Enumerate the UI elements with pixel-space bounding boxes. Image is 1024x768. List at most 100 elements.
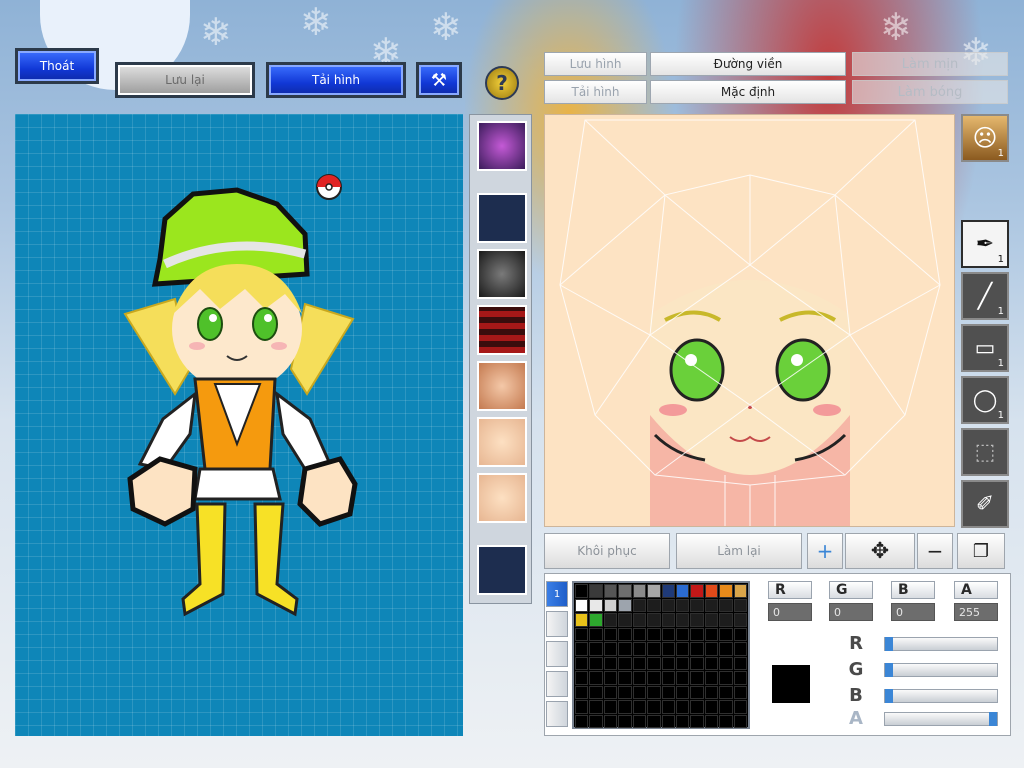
palette-swatch[interactable]	[719, 627, 733, 641]
palette-swatch[interactable]	[575, 714, 589, 728]
slider-handle[interactable]	[885, 637, 893, 651]
palette-swatch[interactable]	[575, 584, 589, 598]
palette-swatch[interactable]	[603, 584, 618, 598]
palette-swatch[interactable]	[733, 671, 747, 685]
palette-swatch[interactable]	[647, 700, 661, 714]
palette-swatch[interactable]	[603, 700, 618, 714]
palette-swatch[interactable]	[719, 685, 733, 699]
palette-swatch[interactable]	[733, 700, 747, 714]
slider-handle[interactable]	[885, 663, 893, 677]
palette-swatch[interactable]	[704, 598, 719, 612]
palette-swatch[interactable]	[618, 584, 632, 598]
palette-tab-5[interactable]	[546, 701, 568, 727]
palette-swatch[interactable]	[661, 671, 675, 685]
palette-swatch[interactable]	[704, 656, 719, 670]
palette-swatch[interactable]	[733, 627, 747, 641]
palette-swatch[interactable]	[661, 642, 675, 656]
palette-swatch[interactable]	[589, 671, 603, 685]
palette-swatch[interactable]	[632, 700, 647, 714]
hammer-button[interactable]: ⚒	[416, 62, 462, 98]
palette-swatch[interactable]	[618, 642, 632, 656]
palette-swatch[interactable]	[603, 598, 618, 612]
palette-swatch[interactable]	[690, 613, 704, 627]
palette-swatch[interactable]	[647, 627, 661, 641]
palette-swatch[interactable]	[603, 671, 618, 685]
palette-swatch[interactable]	[719, 700, 733, 714]
palette-swatch[interactable]	[690, 584, 704, 598]
palette-swatch[interactable]	[589, 656, 603, 670]
r-channel-value[interactable]: 0	[768, 603, 812, 621]
palette-swatch[interactable]	[733, 714, 747, 728]
palette-swatch[interactable]	[575, 598, 589, 612]
avatar-tool[interactable]: ☹ 1	[961, 114, 1009, 162]
palette-swatch[interactable]	[603, 613, 618, 627]
palette-swatch[interactable]	[675, 700, 690, 714]
thumbnail-face-alt[interactable]	[477, 473, 527, 523]
palette-tab-3[interactable]	[546, 641, 568, 667]
palette-swatch[interactable]	[661, 656, 675, 670]
palette-swatch[interactable]	[675, 656, 690, 670]
palette-swatch[interactable]	[675, 584, 690, 598]
ellipse-tool[interactable]: ◯ 1	[961, 376, 1009, 424]
palette-swatch[interactable]	[647, 642, 661, 656]
thumbnail-body[interactable]	[477, 305, 527, 355]
palette-swatch[interactable]	[675, 671, 690, 685]
palette-swatch[interactable]	[575, 613, 589, 627]
palette-swatch[interactable]	[733, 584, 747, 598]
selection-tool[interactable]: ⬚	[961, 428, 1009, 476]
palette-swatch[interactable]	[733, 656, 747, 670]
palette-swatch[interactable]	[719, 671, 733, 685]
reload-image-button[interactable]: Tải hình	[266, 62, 406, 98]
palette-swatch[interactable]	[675, 685, 690, 699]
a-channel-value[interactable]: 255	[954, 603, 998, 621]
palette-swatch[interactable]	[719, 642, 733, 656]
palette-swatch[interactable]	[704, 714, 719, 728]
g-slider[interactable]	[884, 663, 998, 677]
palette-swatch[interactable]	[733, 642, 747, 656]
thumbnail-empty[interactable]	[477, 193, 527, 243]
palette-swatch[interactable]	[575, 642, 589, 656]
palette-swatch[interactable]	[632, 598, 647, 612]
texture-editor-canvas[interactable]	[544, 114, 955, 527]
palette-swatch[interactable]	[589, 642, 603, 656]
palette-swatch[interactable]	[647, 671, 661, 685]
palette-swatch[interactable]	[704, 700, 719, 714]
palette-swatch[interactable]	[675, 613, 690, 627]
palette-swatch[interactable]	[647, 714, 661, 728]
palette-swatch[interactable]	[704, 613, 719, 627]
thumbnail-empty[interactable]	[477, 545, 527, 595]
palette-swatch[interactable]	[704, 685, 719, 699]
palette-swatch[interactable]	[719, 656, 733, 670]
palette-swatch[interactable]	[632, 642, 647, 656]
palette-swatch[interactable]	[661, 714, 675, 728]
palette-swatch[interactable]	[618, 685, 632, 699]
palette-swatch[interactable]	[632, 685, 647, 699]
palette-swatch[interactable]	[632, 714, 647, 728]
color-palette-grid[interactable]	[572, 581, 750, 729]
palette-swatch[interactable]	[704, 584, 719, 598]
palette-swatch[interactable]	[618, 613, 632, 627]
palette-swatch[interactable]	[719, 714, 733, 728]
palette-swatch[interactable]	[632, 656, 647, 670]
palette-swatch[interactable]	[603, 714, 618, 728]
palette-swatch[interactable]	[603, 627, 618, 641]
palette-swatch[interactable]	[589, 627, 603, 641]
palette-swatch[interactable]	[575, 685, 589, 699]
line-tool[interactable]: ╱ 1	[961, 272, 1009, 320]
palette-swatch[interactable]	[618, 656, 632, 670]
thumbnail-face[interactable]	[477, 417, 527, 467]
palette-swatch[interactable]	[575, 671, 589, 685]
palette-swatch[interactable]	[632, 627, 647, 641]
help-icon[interactable]: ?	[485, 66, 519, 100]
palette-swatch[interactable]	[575, 700, 589, 714]
palette-swatch[interactable]	[690, 642, 704, 656]
slider-handle[interactable]	[989, 712, 997, 726]
zoom-in-button[interactable]: +	[807, 533, 843, 569]
palette-tab-4[interactable]	[546, 671, 568, 697]
exit-button[interactable]: Thoát	[15, 48, 99, 84]
palette-swatch[interactable]	[675, 714, 690, 728]
b-channel-value[interactable]: 0	[891, 603, 935, 621]
palette-swatch[interactable]	[618, 627, 632, 641]
palette-swatch[interactable]	[603, 685, 618, 699]
palette-swatch[interactable]	[733, 598, 747, 612]
